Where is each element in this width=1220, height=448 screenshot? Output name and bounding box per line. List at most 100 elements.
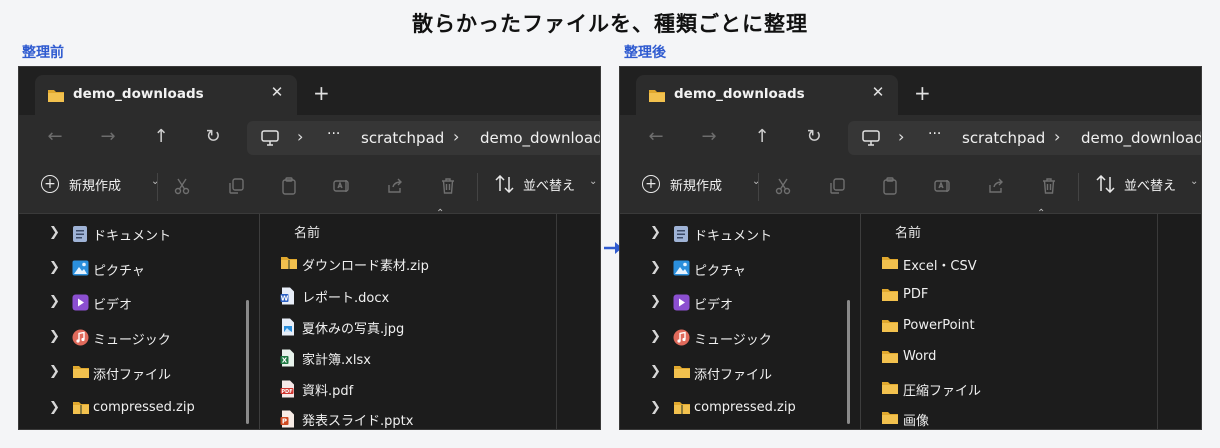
rename-icon[interactable] — [934, 177, 952, 199]
chevron-right-icon[interactable]: ❯ — [49, 294, 60, 309]
copy-icon[interactable] — [227, 177, 245, 199]
chevron-right-icon[interactable]: ❯ — [49, 225, 60, 240]
share-icon[interactable] — [987, 177, 1005, 199]
cut-icon[interactable] — [173, 177, 191, 199]
new-button-label: 新規作成 — [69, 179, 122, 194]
file-list-item[interactable]: PDF — [881, 284, 1171, 310]
sidebar-item[interactable]: ❯ 添付ファイル — [620, 358, 860, 388]
sidebar-item[interactable]: ❯ ドキュメント — [19, 219, 259, 249]
rename-icon[interactable] — [333, 177, 351, 199]
sidebar-item-label: ミュージック — [694, 333, 772, 348]
copy-icon[interactable] — [828, 177, 846, 199]
file-list-item[interactable]: 画像 — [881, 407, 1171, 429]
address-bar[interactable]: › ··· scratchpad › demo_downloads — [247, 121, 600, 155]
paste-icon[interactable] — [280, 177, 298, 199]
file-list-item[interactable]: ダウンロード素材.zip — [280, 252, 570, 278]
sidebar-item[interactable]: ❯ ビデオ — [19, 288, 259, 318]
file-list-item[interactable]: 夏休みの写真.jpg — [280, 315, 570, 341]
chevron-right-icon[interactable]: ❯ — [650, 294, 661, 309]
tab[interactable]: demo_downloads ✕ — [35, 75, 297, 115]
file-name: 家計簿.xlsx — [302, 353, 371, 368]
navigation-bar: ← → ↑ ↻ › ··· scratchpad › demo_download… — [620, 115, 1201, 161]
powerpoint-file-icon: P — [280, 410, 296, 429]
sidebar-item[interactable]: ❯ ピクチャ — [19, 254, 259, 284]
address-bar[interactable]: › ··· scratchpad › demo_downloads — [848, 121, 1201, 155]
file-list-item[interactable]: 圧縮ファイル — [881, 377, 1171, 403]
file-list-item[interactable]: Word — [881, 346, 1171, 372]
breadcrumb-chevron-icon: › — [898, 127, 905, 146]
sidebar-item[interactable]: ❯ ビデオ — [620, 288, 860, 318]
file-list-item[interactable]: PowerPoint — [881, 315, 1171, 341]
tab[interactable]: demo_downloads ✕ — [636, 75, 898, 115]
forward-icon[interactable]: → — [96, 125, 120, 149]
file-name: 発表スライド.pptx — [302, 414, 414, 429]
up-icon[interactable]: ↑ — [149, 125, 173, 149]
chevron-right-icon[interactable]: ❯ — [49, 260, 60, 275]
breadcrumb-chevron-icon: › — [297, 127, 304, 146]
toolbar-divider — [477, 173, 478, 201]
sidebar-item[interactable]: ❯ compressed.zip — [620, 394, 860, 424]
folder-icon — [648, 88, 666, 107]
breadcrumb-overflow-icon[interactable]: ··· — [928, 126, 941, 142]
tab-title: demo_downloads — [674, 86, 805, 102]
plus-icon: + — [41, 175, 59, 193]
sidebar-item[interactable]: ❯ ドキュメント — [620, 219, 860, 249]
close-icon[interactable]: ✕ — [868, 83, 888, 101]
folder-icon — [881, 349, 899, 368]
toolbar-divider — [758, 173, 759, 201]
breadcrumb-item[interactable]: demo_downloads — [1081, 129, 1201, 147]
new-tab-button[interactable]: + — [313, 81, 330, 105]
file-list-item[interactable]: PDF 資料.pdf — [280, 377, 570, 403]
breadcrumb-item[interactable]: scratchpad — [361, 129, 444, 147]
sidebar-item[interactable]: ❯ ミュージック — [620, 323, 860, 353]
back-icon[interactable]: ← — [43, 125, 67, 149]
folder-icon — [881, 255, 899, 274]
svg-text:P: P — [282, 418, 287, 426]
paste-icon[interactable] — [881, 177, 899, 199]
file-list-item[interactable]: P 発表スライド.pptx — [280, 407, 570, 429]
svg-text:X: X — [282, 357, 288, 365]
chevron-right-icon[interactable]: ❯ — [49, 364, 60, 379]
sidebar-item[interactable]: ❯ ピクチャ — [620, 254, 860, 284]
chevron-right-icon[interactable]: ❯ — [650, 329, 661, 344]
file-list-item[interactable]: W レポート.docx — [280, 284, 570, 310]
zip-folder-icon — [280, 255, 298, 274]
column-header-name[interactable]: 名前 — [895, 222, 921, 241]
chevron-right-icon[interactable]: ❯ — [650, 225, 661, 240]
sidebar-item[interactable]: ❯ ミュージック — [19, 323, 259, 353]
explorer-window-before: demo_downloads ✕ + ← → ↑ ↻ › ··· scratch… — [18, 66, 601, 430]
tab-bar: demo_downloads ✕ + — [19, 67, 600, 115]
file-list-item[interactable]: Excel・CSV — [881, 252, 1171, 278]
chevron-right-icon[interactable]: ❯ — [650, 400, 661, 415]
file-list-item[interactable]: X 家計簿.xlsx — [280, 346, 570, 372]
sidebar-item[interactable]: ❯ 添付ファイル — [19, 358, 259, 388]
refresh-icon[interactable]: ↻ — [201, 125, 225, 149]
scrollbar[interactable] — [246, 300, 249, 424]
refresh-icon[interactable]: ↻ — [802, 125, 826, 149]
chevron-right-icon[interactable]: ❯ — [650, 260, 661, 275]
cut-icon[interactable] — [774, 177, 792, 199]
new-tab-button[interactable]: + — [914, 81, 931, 105]
close-icon[interactable]: ✕ — [267, 83, 287, 101]
scrollbar[interactable] — [847, 300, 850, 424]
up-icon[interactable]: ↑ — [750, 125, 774, 149]
forward-icon[interactable]: → — [697, 125, 721, 149]
sidebar-item[interactable]: ❯ compressed.zip — [19, 394, 259, 424]
chevron-right-icon[interactable]: ❯ — [650, 364, 661, 379]
back-icon[interactable]: ← — [644, 125, 668, 149]
delete-icon[interactable] — [439, 177, 457, 199]
file-list: ⌃ 名前 ダウンロード素材.zip W レポート.docx 夏休みの写真.jpg… — [260, 208, 600, 429]
breadcrumb-item[interactable]: scratchpad — [962, 129, 1045, 147]
toolbar-divider — [1078, 173, 1079, 201]
delete-icon[interactable] — [1040, 177, 1058, 199]
chevron-right-icon[interactable]: ❯ — [49, 400, 60, 415]
file-name: Excel・CSV — [903, 259, 977, 274]
breadcrumb-item[interactable]: demo_downloads — [480, 129, 600, 147]
folder-icon — [881, 318, 899, 337]
share-icon[interactable] — [386, 177, 404, 199]
chevron-right-icon[interactable]: ❯ — [49, 329, 60, 344]
sidebar-item-label: 添付ファイル — [694, 368, 773, 383]
document-icon — [673, 225, 689, 247]
column-header-name[interactable]: 名前 — [294, 222, 320, 241]
breadcrumb-overflow-icon[interactable]: ··· — [327, 126, 340, 142]
